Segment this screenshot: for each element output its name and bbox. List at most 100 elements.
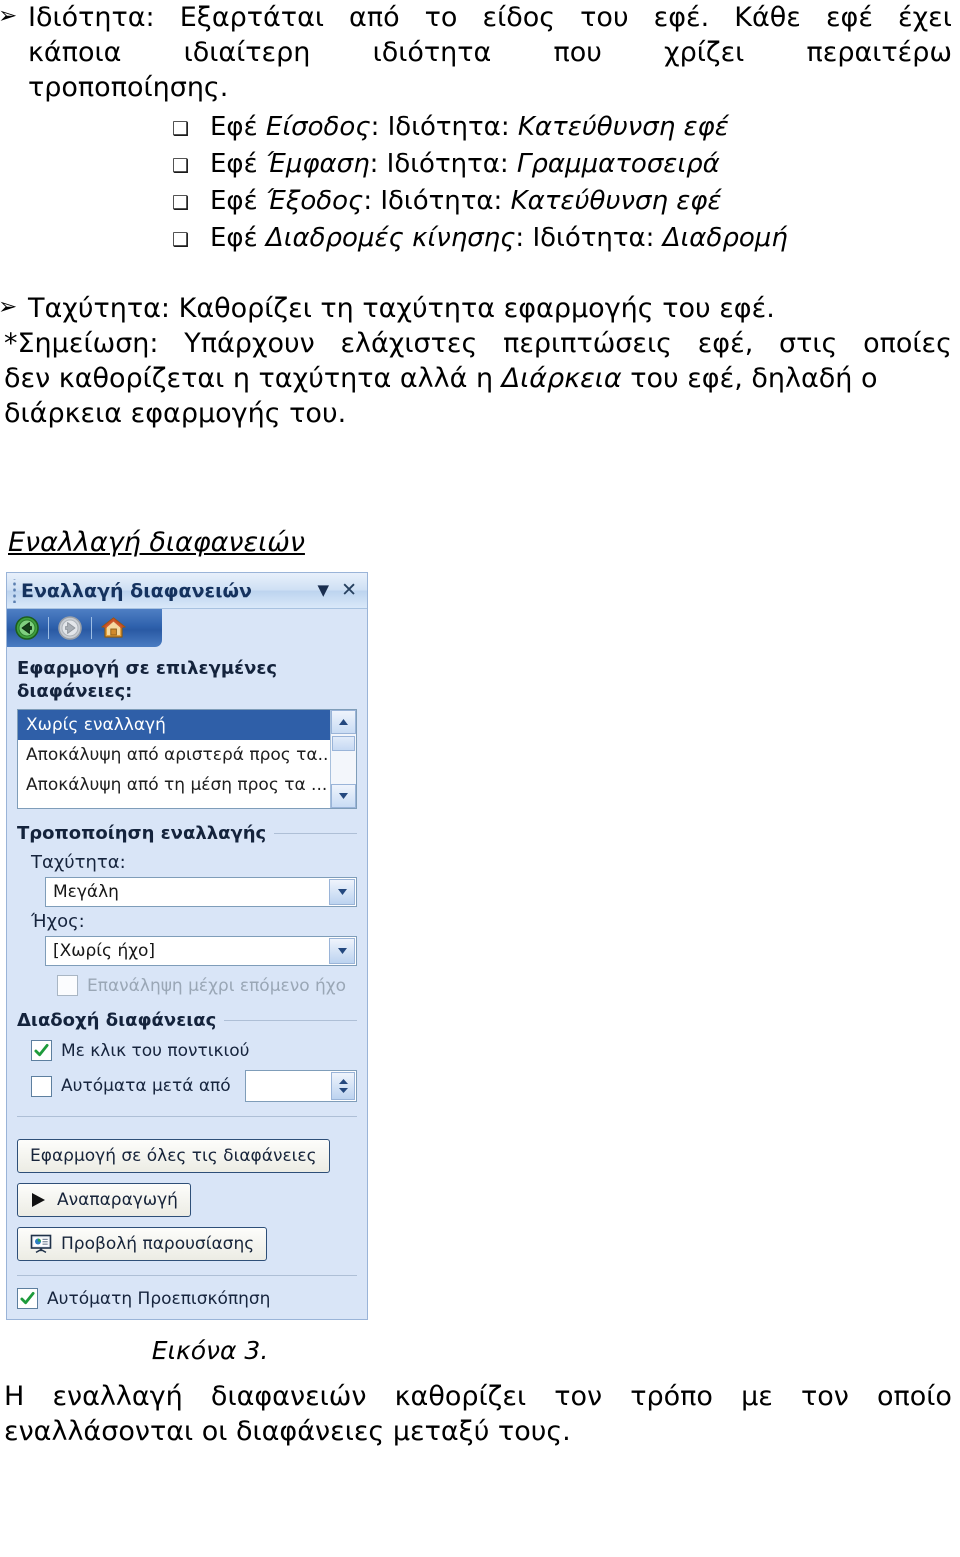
list-item: ❑ Εφέ Είσοδος: Ιδιότητα: Κατεύθυνση εφέ [4, 109, 952, 146]
scroll-up-button[interactable] [331, 710, 356, 735]
auto-advance-checkbox[interactable] [31, 1075, 52, 1097]
chevron-down-icon[interactable]: ▼ [314, 583, 334, 598]
effect-mid: : Ιδιότητα: [370, 112, 518, 143]
on-mouse-click-label: Με κλικ του ποντικιού [61, 1040, 250, 1061]
effect-mid: : Ιδιότητα: [363, 186, 511, 217]
effect-name: Έμφαση [265, 149, 370, 180]
modify-transition-label: Τροποποίηση εναλλαγής [17, 823, 267, 845]
auto-advance-spinner[interactable] [244, 1070, 357, 1103]
effect-prefix: Εφέ [210, 186, 266, 217]
autopreview-checkbox[interactable] [17, 1288, 38, 1310]
note-w7: οποίες [863, 328, 952, 359]
prop-line1-w7: Κάθε [734, 2, 801, 33]
prop-line1-w2: από [349, 2, 400, 33]
transition-listbox-items[interactable]: Χωρίς εναλλαγή Αποκάλυψη από αριστερά πρ… [18, 710, 330, 808]
closing-w8: τον [800, 1381, 849, 1413]
play-button[interactable]: Αναπαραγωγή [17, 1183, 191, 1218]
prop-line1-w4: είδος [482, 2, 556, 33]
scroll-down-button[interactable] [331, 784, 356, 809]
prop-line1-w5: του [580, 2, 629, 33]
spinner-down-icon [338, 1088, 348, 1094]
group-divider [274, 833, 357, 835]
auto-advance-row[interactable]: Αυτόματα μετά από [31, 1070, 357, 1103]
closing-w1: Η [4, 1381, 25, 1413]
prop-line3: τροποποίησης. [28, 72, 229, 104]
transition-listbox[interactable]: Χωρίς εναλλαγή Αποκάλυψη από αριστερά πρ… [17, 709, 357, 810]
closing-w7: με [741, 1381, 773, 1413]
task-pane-title: Εναλλαγή διαφανειών [21, 579, 252, 602]
note-line3-b: του εφέ, δηλαδή ο [621, 363, 878, 395]
list-item: ❑ Εφέ Διαδρομές κίνησης: Ιδιότητα: Διαδρ… [4, 220, 952, 257]
sound-value: [Χωρίς ήχο] [53, 941, 156, 962]
toolbar-separator [91, 617, 92, 640]
note-line3-italic: Διάρκεια [501, 363, 622, 395]
forward-arrow-icon [56, 614, 84, 642]
scrollbar-thumb[interactable] [332, 736, 355, 752]
square-bullet-icon: ❑ [172, 155, 190, 178]
paragraph-note: *Σημείωση: Υπάρχουν ελάχιστες περιπτώσει… [4, 326, 952, 431]
section-divider [17, 1116, 357, 1118]
chevron-down-icon[interactable] [329, 938, 355, 965]
prop-line2-w6: περαιτέρω [806, 37, 952, 69]
paragraph-property: ➢ Ιδιότητα: Εξαρτάται από το είδος του ε… [0, 0, 952, 105]
speed-combobox[interactable]: Μεγάλη [45, 877, 357, 908]
effect-name: Διαδρομές κίνησης [265, 223, 516, 253]
speed-label: Ταχύτητα: [31, 852, 126, 874]
closing-paragraph: Η εναλλαγή διαφανειών καθορίζει τον τρόπ… [0, 1379, 960, 1449]
apply-to-all-button[interactable]: Εφαρμογή σε όλες τις διαφάνειες [17, 1139, 330, 1174]
prop-line2-w4: που [553, 37, 602, 69]
sound-combobox[interactable]: [Χωρίς ήχο] [45, 936, 357, 967]
effect-name: Έξοδος [265, 186, 364, 217]
drag-grip-icon[interactable] [11, 578, 18, 603]
apply-to-selected-label-line1: Εφαρμογή σε επιλεγμένες [17, 658, 278, 680]
apply-to-selected-label: Εφαρμογή σε επιλεγμένες διαφάνειες: [17, 657, 357, 703]
prop-line2-w5: χρίζει [664, 37, 745, 69]
autopreview-row[interactable]: Αυτόματη Προεπισκόπηση [17, 1288, 357, 1310]
play-icon [30, 1192, 48, 1208]
note-w6: στις [779, 328, 838, 359]
loop-sound-checkbox-row: Επανάληψη μέχρι επόμενο ήχο [57, 975, 357, 997]
checkmark-icon [20, 1292, 35, 1305]
close-icon[interactable]: ✕ [333, 581, 361, 600]
back-arrow-icon[interactable] [13, 614, 41, 642]
speed-value: Μεγάλη [53, 882, 119, 903]
loop-sound-label: Επανάληψη μέχρι επόμενο ήχο [87, 975, 347, 996]
chevron-down-icon[interactable] [329, 879, 355, 906]
effect-mid: : Ιδιότητα: [515, 223, 663, 253]
apply-to-selected-label-line2: διαφάνειες: [17, 681, 133, 703]
closing-w9: οποίο [876, 1381, 952, 1413]
transition-list-item-selected[interactable]: Χωρίς εναλλαγή [18, 710, 330, 741]
checkmark-icon [34, 1044, 49, 1057]
transition-list-item[interactable]: Αποκάλυψη από αριστερά προς τα... [18, 740, 330, 770]
on-mouse-click-row[interactable]: Με κλικ του ποντικιού [31, 1040, 357, 1062]
effect-item-text: Εφέ Είσοδος: Ιδιότητα: Κατεύθυνση εφέ [210, 109, 729, 146]
square-bullet-icon: ❑ [172, 118, 190, 141]
modify-transition-group-header: Τροποποίηση εναλλαγής [17, 823, 357, 844]
spinner-up-icon [338, 1079, 348, 1085]
spinner-buttons[interactable] [331, 1072, 355, 1101]
note-line3: δεν καθορίζεται η ταχύτητα αλλά η Διάρκε… [4, 361, 952, 396]
on-mouse-click-checkbox[interactable] [31, 1040, 52, 1062]
sound-label: Ήχος: [31, 911, 85, 933]
closing-w2: εναλλαγή [52, 1381, 183, 1413]
slideshow-label: Προβολή παρουσίασης [61, 1234, 255, 1255]
section-divider [17, 1275, 357, 1277]
transition-list-scrollbar[interactable] [330, 710, 356, 809]
effect-prefix: Εφέ [210, 223, 266, 253]
group-divider [224, 1020, 357, 1022]
home-icon[interactable] [99, 614, 127, 642]
apply-to-all-label: Εφαρμογή σε όλες τις διαφάνειες [30, 1146, 317, 1167]
note-w5: εφέ, [697, 328, 754, 359]
note-line3-a: δεν καθορίζεται η ταχύτητα αλλά η [4, 363, 502, 395]
document-body: ➢ Ιδιότητα: Εξαρτάται από το είδος του ε… [0, 0, 960, 558]
transition-list-item[interactable]: Αποκάλυψη από τη μέση προς τα ... [18, 770, 330, 800]
page-title: Εναλλαγή διαφανειών [8, 527, 305, 559]
closing-w3: διαφανειών [210, 1381, 367, 1413]
closing-w4: καθορίζει [394, 1381, 527, 1413]
effect-value: Κατεύθυνση εφέ [517, 112, 729, 143]
prop-line1-w9: έχει [897, 2, 952, 33]
figure-caption: Εικόνα 3. [151, 1336, 269, 1366]
arrow-bullet-icon: ➢ [0, 3, 18, 29]
slideshow-button[interactable]: Προβολή παρουσίασης [17, 1227, 268, 1262]
effect-prefix: Εφέ [210, 149, 266, 180]
